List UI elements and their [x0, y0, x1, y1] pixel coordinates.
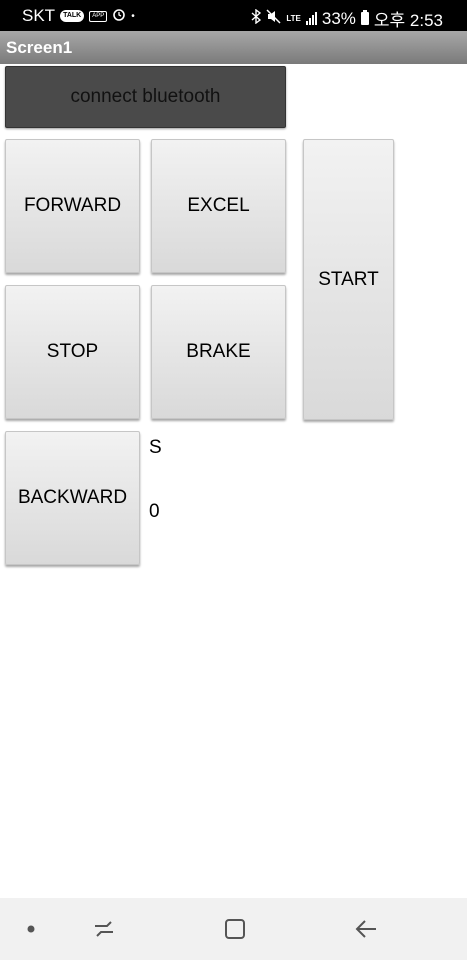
lte-icon: LTE [286, 14, 301, 23]
excel-button[interactable]: EXCEL [151, 139, 286, 273]
battery-icon [360, 10, 369, 25]
home-icon[interactable] [220, 914, 250, 944]
backward-button[interactable]: BACKWARD [5, 431, 140, 565]
mute-icon [266, 8, 281, 29]
clock: 오후 2:53 [373, 11, 443, 30]
navigation-bar [0, 898, 467, 960]
status-label: S [149, 437, 162, 458]
value-label: 0 [149, 501, 160, 522]
brake-button[interactable]: BRAKE [151, 285, 286, 419]
title-bar: Screen1 [0, 31, 467, 64]
carrier-label: SKT [22, 6, 56, 25]
screen-title: Screen1 [6, 38, 73, 57]
connect-bluetooth-button[interactable]: connect bluetooth [5, 66, 286, 128]
dot-icon[interactable] [16, 914, 46, 944]
recent-apps-icon[interactable] [89, 914, 119, 944]
status-bar: SKT TALK APP • LTE 33% 오후 2:53 [0, 0, 467, 31]
signal-icon [305, 12, 317, 25]
back-icon[interactable] [351, 914, 381, 944]
start-button[interactable]: START [303, 139, 394, 420]
battery-percent: 33% [321, 8, 356, 28]
bluetooth-icon [251, 8, 262, 29]
notification-dot-icon: • [131, 10, 135, 22]
alarm-icon [112, 6, 126, 26]
app-notification-icon: APP [89, 10, 108, 22]
kakaotalk-icon: TALK [60, 10, 85, 22]
stop-button[interactable]: STOP [5, 285, 140, 419]
forward-button[interactable]: FORWARD [5, 139, 140, 273]
